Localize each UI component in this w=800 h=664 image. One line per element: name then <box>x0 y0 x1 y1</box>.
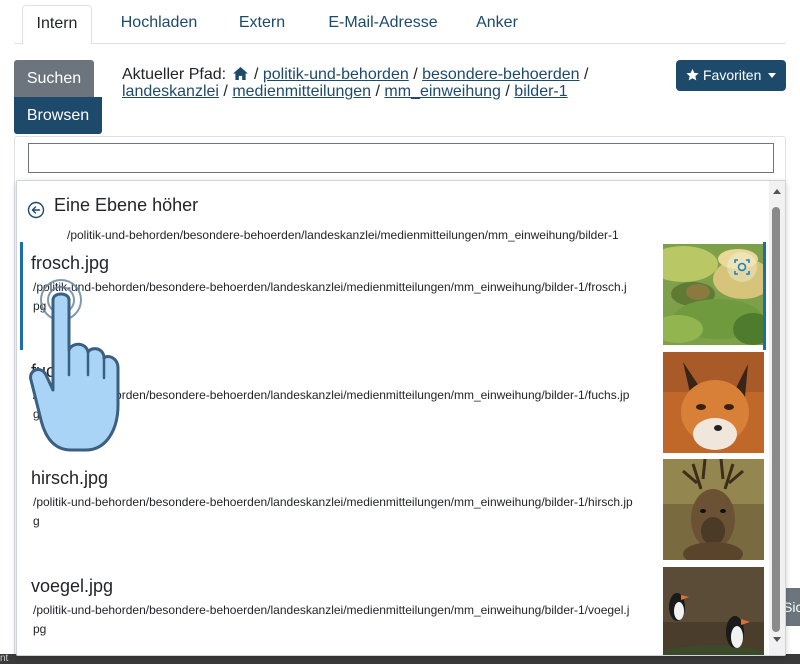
breadcrumb-link-landeskanzlei[interactable]: landeskanzlei <box>122 83 219 100</box>
path-separator: / <box>375 83 380 100</box>
scrollbar-thumb[interactable] <box>772 207 780 632</box>
scrollbar[interactable] <box>769 181 785 655</box>
tab-email[interactable]: E-Mail-Adresse <box>316 5 450 44</box>
bottom-text-fragment: nt <box>0 653 9 664</box>
file-item-voegel[interactable]: voegel.jpg /politik-und-behorden/besonde… <box>17 565 769 655</box>
tab-extern[interactable]: Extern <box>226 5 298 44</box>
thumbnail-fuchs <box>663 352 764 453</box>
path-label: Aktueller Pfad: <box>122 66 227 83</box>
path-separator: / <box>413 66 418 83</box>
search-input[interactable] <box>28 143 774 173</box>
parent-level-label: Eine Ebene höher <box>54 195 199 215</box>
file-path: /politik-und-behorden/besondere-behoerde… <box>33 603 630 636</box>
browse-mode-button[interactable]: Browsen <box>14 97 102 134</box>
link-type-tabs: Intern Hochladen Extern E-Mail-Adresse A… <box>14 0 786 45</box>
star-icon <box>686 68 699 81</box>
breadcrumb-link-politik[interactable]: politik-und-behorden <box>263 66 409 83</box>
file-path: /politik-und-behorden/besondere-behoerde… <box>33 495 633 528</box>
file-item-fuchs[interactable]: fuchs.jpg /politik-und-behorden/besonder… <box>17 350 769 454</box>
thumbnail-voegel <box>663 567 764 655</box>
file-name: voegel.jpg <box>31 576 114 596</box>
tab-intern[interactable]: Intern <box>22 5 92 45</box>
scroll-down-arrow-icon[interactable] <box>773 637 781 642</box>
breadcrumb: Aktueller Pfad: / politik-und-behorden /… <box>122 66 632 100</box>
current-path: /politik-und-behorden/besondere-behoerde… <box>67 228 619 242</box>
hand-pointer-icon <box>29 279 120 452</box>
breadcrumb-link-bilder[interactable]: bilder-1 <box>514 83 567 100</box>
file-name: hirsch.jpg <box>31 468 109 488</box>
file-item-hirsch[interactable]: hirsch.jpg /politik-und-behorden/besonde… <box>17 457 769 561</box>
tab-anker[interactable]: Anker <box>466 5 528 44</box>
arrow-left-circle-icon <box>27 201 45 219</box>
path-separator: / <box>505 83 510 100</box>
home-link[interactable] <box>231 66 250 83</box>
image-search-icon[interactable] <box>727 252 757 282</box>
chevron-down-icon <box>768 73 777 78</box>
home-icon <box>232 67 248 80</box>
thumbnail-hirsch <box>663 459 764 560</box>
breadcrumb-link-mm-einweihung[interactable]: mm_einweihung <box>384 83 501 100</box>
favorites-label: Favoriten <box>703 67 762 83</box>
path-separator: / <box>584 66 589 83</box>
tab-hochladen[interactable]: Hochladen <box>110 5 208 44</box>
path-separator: / <box>253 66 259 83</box>
search-mode-button[interactable]: Suchen <box>14 60 94 97</box>
path-separator: / <box>223 83 228 100</box>
scroll-up-arrow-icon[interactable] <box>773 189 781 194</box>
file-browser-dropdown: Eine Ebene höher /politik-und-behorden/b… <box>16 180 786 656</box>
file-item-frosch[interactable]: frosch.jpg /politik-und-behorden/besonde… <box>17 242 769 350</box>
favorites-button[interactable]: Favoriten <box>676 60 786 91</box>
breadcrumb-link-medienmitteilungen[interactable]: medienmitteilungen <box>232 83 371 100</box>
breadcrumb-link-besondere[interactable]: besondere-behoerden <box>422 66 579 83</box>
